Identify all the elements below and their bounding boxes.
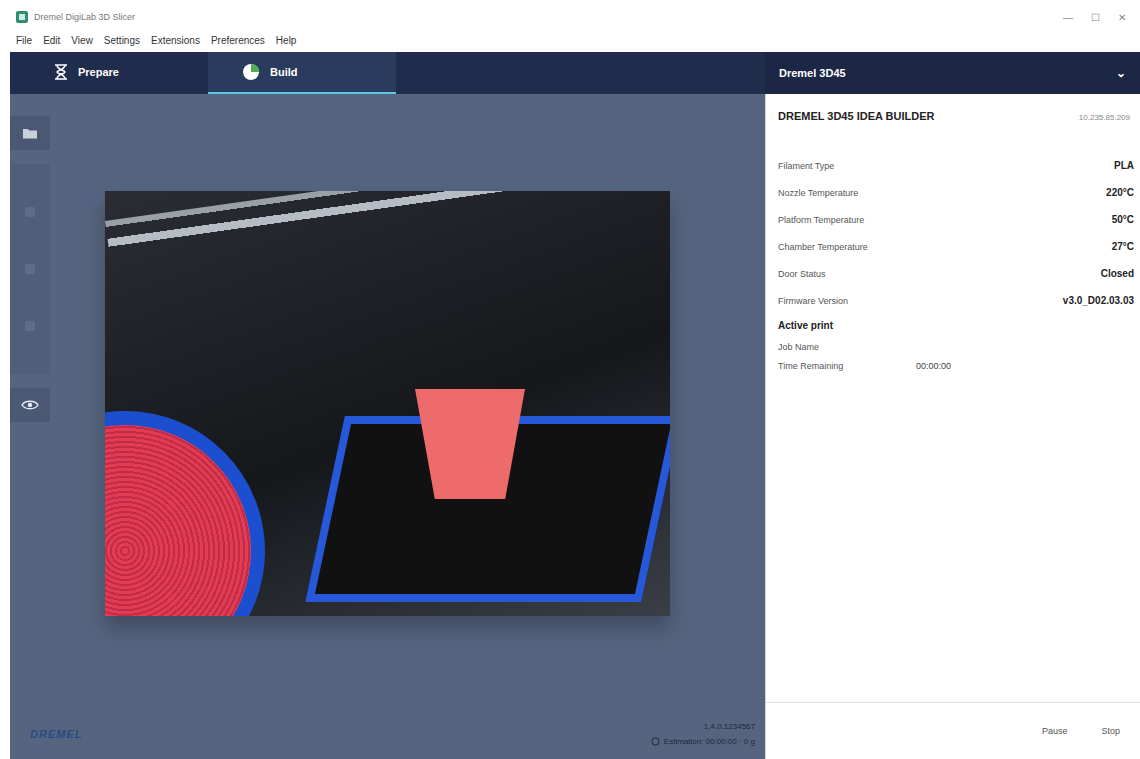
- sidebar: [10, 94, 52, 709]
- printer-select[interactable]: Dremel 3D45⌄: [765, 52, 1140, 94]
- header-bar: PrepareBuildDremel 3D45⌄: [10, 52, 1140, 94]
- tab[interactable]: Prepare: [20, 52, 208, 94]
- printer-address: 10.235.85.209: [1079, 113, 1130, 122]
- printer-panel: DREMEL 3D45 IDEA BUILDER 10.235.85.209 Fil…: [765, 94, 1140, 759]
- sidebar-item[interactable]: [10, 388, 50, 422]
- property-row: Chamber Temperature27°C: [778, 233, 1134, 260]
- property-row: Firmware Versionv3.0_D02.03.03: [778, 287, 1134, 314]
- menu-item[interactable]: View: [71, 35, 93, 46]
- eye-icon: [21, 399, 39, 411]
- title-bar: Dremel DigiLab 3D Slicer — ☐ ✕: [10, 6, 1140, 28]
- camera-feed: [105, 191, 670, 616]
- property-row: Door StatusClosed: [778, 260, 1134, 287]
- property-row: Filament TypePLA: [778, 152, 1134, 179]
- estimate-text: Estimation: 00:00:00 · 0 g: [664, 737, 755, 746]
- window-control[interactable]: —: [1063, 12, 1073, 23]
- sidebar-item[interactable]: [10, 116, 50, 150]
- active-print-row: Job Name: [778, 337, 1128, 356]
- menu-item[interactable]: File: [16, 35, 32, 46]
- window-control[interactable]: ✕: [1118, 12, 1126, 23]
- sidebar-tools: [10, 164, 50, 374]
- active-print-row: Time Remaining00:00:00: [778, 356, 1128, 375]
- print-control-button[interactable]: Pause: [1034, 722, 1076, 740]
- menu-item[interactable]: Help: [276, 35, 297, 46]
- print-control-button[interactable]: Stop: [1093, 722, 1128, 740]
- active-print: Active printJob NameTime Remaining00:00:…: [766, 314, 1140, 375]
- slicer-window: Dremel DigiLab 3D Slicer — ☐ ✕ File Edit View S…: [0, 0, 1140, 759]
- dremel-logo: DREMEL: [30, 728, 82, 740]
- window-title: Dremel DigiLab 3D Slicer: [34, 12, 135, 22]
- property-row: Platform Temperature50°C: [778, 206, 1134, 233]
- build-icon: [242, 63, 260, 81]
- tool-icon[interactable]: [25, 207, 35, 217]
- tab-bar: PrepareBuild: [10, 52, 765, 94]
- folder-icon: [22, 127, 38, 139]
- status-footer: DREMEL 1.4.0.1234567 Estimation: 00:00:00 …: [10, 709, 765, 759]
- property-row: Nozzle Temperature220°C: [778, 179, 1134, 206]
- tool-icon[interactable]: [25, 264, 35, 274]
- build-view: DREMEL 1.4.0.1234567 Estimation: 00:00:00 …: [10, 94, 765, 759]
- app-icon: [16, 11, 28, 23]
- menu-bar: File Edit View Settings Extensions Preference…: [10, 28, 1140, 52]
- menu-item[interactable]: Edit: [43, 35, 60, 46]
- hourglass-icon: [54, 64, 68, 80]
- tool-icon[interactable]: [25, 321, 35, 331]
- tab[interactable]: Build: [208, 52, 396, 94]
- menu-item[interactable]: Settings: [104, 35, 140, 46]
- printer-name: DREMEL 3D45 IDEA BUILDER: [778, 110, 934, 122]
- menu-item[interactable]: Extensions: [151, 35, 200, 46]
- version-text: 1.4.0.1234567: [704, 722, 755, 731]
- window-control[interactable]: ☐: [1091, 12, 1100, 23]
- menu-item[interactable]: Preferences: [211, 35, 265, 46]
- dropdown-arrow-icon: ⌄: [1116, 66, 1126, 80]
- clock-icon: [651, 737, 660, 746]
